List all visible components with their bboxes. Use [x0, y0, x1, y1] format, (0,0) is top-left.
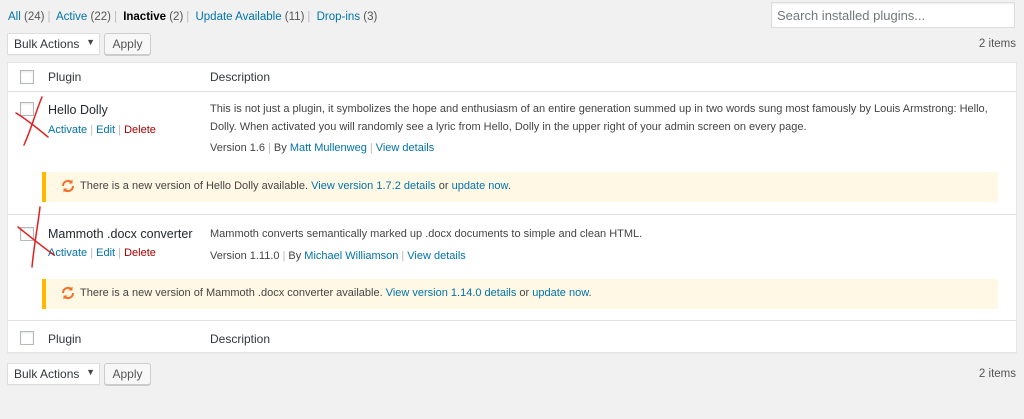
- select-all-checkbox-bottom[interactable]: [20, 331, 34, 345]
- plugin-description: Mammoth converts semantically marked up …: [210, 228, 643, 240]
- author-link[interactable]: Matt Mullenweg: [290, 142, 367, 154]
- view-version-details-link[interactable]: View version 1.14.0 details: [386, 287, 517, 299]
- plugin-name: Mammoth .docx converter: [48, 227, 193, 241]
- column-header-plugin: Plugin: [48, 70, 82, 84]
- plugin-checkbox-hello-dolly[interactable]: [20, 102, 34, 116]
- update-arrows-icon: [61, 286, 75, 300]
- row-divider: [8, 214, 1016, 215]
- filter-links: All (24) | Active (22) | Inactive (2) | Upd…: [8, 11, 378, 23]
- select-all-checkbox-top[interactable]: [20, 70, 34, 84]
- filter-active[interactable]: Active (22): [56, 11, 111, 23]
- edit-link[interactable]: Edit: [96, 247, 115, 259]
- update-arrows-icon: [61, 179, 75, 193]
- update-notice: There is a new version of Mammoth .docx …: [42, 279, 998, 309]
- column-footer-plugin: Plugin: [48, 332, 82, 346]
- update-notice: There is a new version of Hello Dolly av…: [42, 172, 998, 202]
- plugin-name: Hello Dolly: [48, 103, 108, 117]
- author-link[interactable]: Michael Williamson: [304, 250, 398, 262]
- chevron-down-icon: ▼: [86, 367, 95, 377]
- search-plugins-input[interactable]: [771, 2, 1015, 28]
- plugin-description: This is not just a plugin, it symbolizes…: [210, 103, 988, 133]
- column-footer-description: Description: [210, 332, 271, 346]
- apply-button-bottom[interactable]: Apply: [104, 363, 151, 385]
- filter-inactive[interactable]: Inactive (2): [123, 11, 183, 23]
- header-divider: [8, 91, 1016, 92]
- row-actions: Activate | Edit | Delete: [48, 247, 156, 259]
- view-version-details-link[interactable]: View version 1.7.2 details: [311, 180, 436, 192]
- update-now-link[interactable]: update now: [532, 287, 588, 299]
- filter-drop-ins[interactable]: Drop-ins (3): [317, 11, 378, 23]
- activate-link[interactable]: Activate: [48, 247, 87, 259]
- plugins-table: Plugin Description Hello Dolly Activate …: [7, 62, 1017, 353]
- chevron-down-icon: ▼: [86, 37, 95, 47]
- filter-all[interactable]: All (24): [8, 11, 44, 23]
- items-count-top: 2 items: [978, 38, 1016, 50]
- delete-link[interactable]: Delete: [124, 247, 156, 259]
- row-actions: Activate | Edit | Delete: [48, 124, 156, 136]
- bulk-actions-select-bottom[interactable]: Bulk Actions ▼: [7, 363, 100, 385]
- filter-update-available[interactable]: Update Available (11): [195, 11, 304, 23]
- update-now-link[interactable]: update now: [452, 180, 508, 192]
- footer-divider: [8, 320, 1016, 321]
- apply-button-top[interactable]: Apply: [104, 33, 151, 55]
- view-details-link[interactable]: View details: [407, 250, 466, 262]
- bulk-actions-select-top[interactable]: Bulk Actions ▼: [7, 33, 100, 55]
- plugin-version-info: Version 1.6 | By Matt Mullenweg | View detai…: [210, 142, 435, 154]
- activate-link[interactable]: Activate: [48, 124, 87, 136]
- view-details-link[interactable]: View details: [376, 142, 435, 154]
- column-header-description: Description: [210, 70, 271, 84]
- plugin-checkbox-mammoth[interactable]: [20, 227, 34, 241]
- items-count-bottom: 2 items: [978, 368, 1016, 380]
- edit-link[interactable]: Edit: [96, 124, 115, 136]
- plugin-version-info: Version 1.11.0 | By Michael Williamson | Vie…: [210, 250, 466, 262]
- delete-link[interactable]: Delete: [124, 124, 156, 136]
